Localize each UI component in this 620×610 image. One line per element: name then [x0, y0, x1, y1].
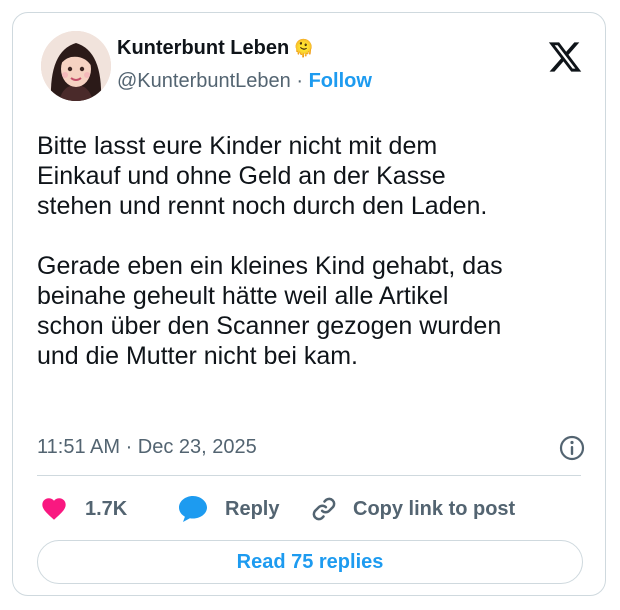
like-button[interactable]: 1.7K	[39, 491, 127, 527]
author-handle[interactable]: @KunterbuntLeben	[117, 70, 291, 92]
info-icon[interactable]	[557, 433, 587, 463]
copy-link-button[interactable]: Copy link to post	[309, 491, 515, 527]
author-name[interactable]: Kunterbunt Leben 🫠	[117, 37, 314, 60]
reply-label: Reply	[225, 497, 280, 520]
read-replies-button[interactable]: Read 75 replies	[37, 540, 583, 584]
link-icon	[309, 494, 339, 524]
follow-button[interactable]: Follow	[309, 70, 372, 92]
tweet-card: Kunterbunt Leben 🫠 @KunterbuntLeben · Fol…	[12, 12, 606, 596]
x-logo-icon[interactable]	[547, 39, 583, 75]
copy-link-label: Copy link to post	[353, 497, 516, 520]
divider	[37, 475, 581, 476]
action-bar: 1.7K Reply Copy link to post	[13, 491, 605, 527]
author-handle-row: @KunterbuntLeben · Follow	[117, 70, 372, 93]
author-display-name[interactable]: Kunterbunt Leben	[117, 37, 289, 59]
heart-icon	[39, 495, 69, 523]
reply-button[interactable]: Reply	[177, 491, 279, 527]
read-replies-label: Read 75 replies	[236, 550, 384, 573]
name-emoji: 🫠	[293, 39, 315, 59]
like-count: 1.7K	[85, 497, 128, 520]
tweet-text: Bitte lasst eure Kinder nicht mit dem Ei…	[37, 132, 503, 370]
reply-bubble-icon	[177, 494, 209, 524]
avatar[interactable]	[41, 31, 111, 101]
handle-separator: ·	[296, 70, 304, 92]
tweet-timestamp[interactable]: 11:51 AM · Dec 23, 2025	[37, 436, 257, 459]
